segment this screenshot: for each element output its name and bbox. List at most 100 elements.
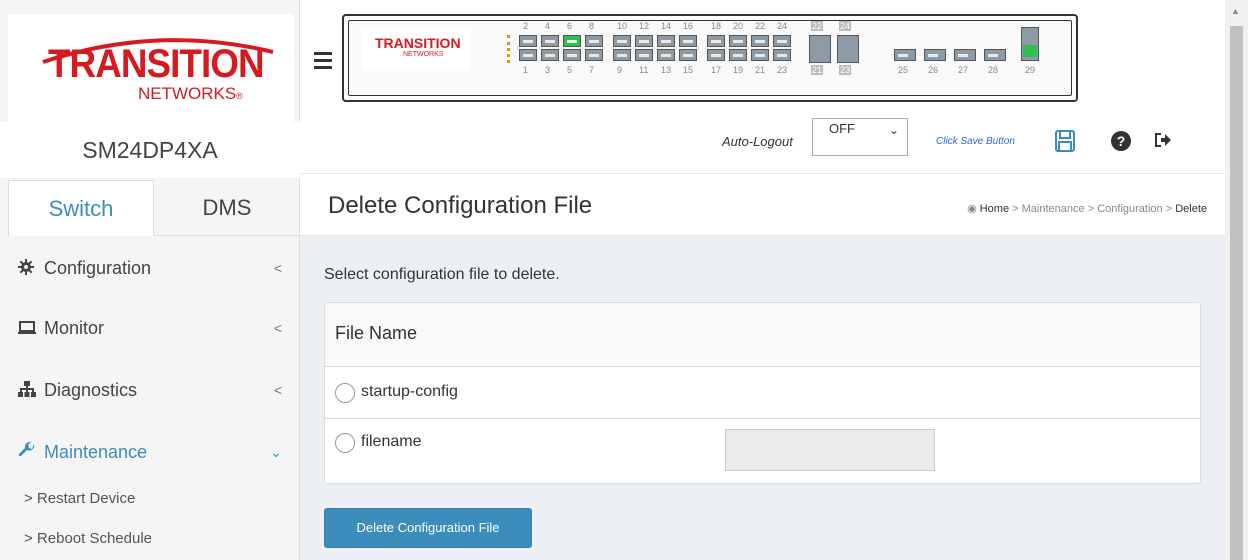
rj45-port[interactable] xyxy=(519,35,537,47)
rj45-port[interactable] xyxy=(613,49,631,61)
port-label-top: 20 xyxy=(733,21,744,31)
rj45-port[interactable] xyxy=(707,35,725,47)
save-icon[interactable] xyxy=(1055,130,1075,157)
sfp-combo-port[interactable] xyxy=(837,35,859,63)
startup-config-radio[interactable] xyxy=(335,383,355,403)
port-label-bottom: 3 xyxy=(545,65,551,75)
breadcrumb-home[interactable]: Home xyxy=(980,203,1009,215)
rj45-port[interactable] xyxy=(585,35,603,47)
rj45-port[interactable] xyxy=(707,49,725,61)
brand-logo[interactable]: TRANSITION NETWORKS® xyxy=(8,14,294,122)
filename-input[interactable] xyxy=(725,429,935,471)
port-label-top: 22 xyxy=(811,21,824,31)
rj45-port[interactable] xyxy=(751,49,769,61)
breadcrumb-configuration[interactable]: Configuration xyxy=(1097,203,1162,215)
rj45-port[interactable] xyxy=(635,35,653,47)
breadcrumb-current: Delete xyxy=(1175,203,1207,215)
sidebar-item-configuration[interactable]: Configuration < xyxy=(8,238,300,298)
scroll-up-icon[interactable]: ▲ xyxy=(1231,6,1240,16)
port-label-bottom: 15 xyxy=(683,65,694,75)
port-label-top: 16 xyxy=(683,21,694,31)
port-label-bottom: 27 xyxy=(958,65,969,75)
table-row: filename xyxy=(325,419,1200,483)
rj45-port[interactable] xyxy=(657,35,675,47)
sfp-port[interactable] xyxy=(954,49,976,61)
rj45-port[interactable] xyxy=(657,49,675,61)
svg-text:?: ? xyxy=(1117,133,1126,149)
port-label-bottom: 5 xyxy=(567,65,573,75)
port-label-top: 18 xyxy=(711,21,722,31)
sidebar-item-diagnostics[interactable]: Diagnostics < xyxy=(8,360,300,420)
page-scrollbar[interactable]: ▲ xyxy=(1225,0,1248,560)
rj45-port[interactable] xyxy=(635,49,653,61)
logout-icon[interactable] xyxy=(1152,130,1172,155)
port-label-top: 24 xyxy=(839,21,852,31)
breadcrumb-maintenance[interactable]: Maintenance xyxy=(1022,203,1085,215)
rj45-port[interactable] xyxy=(773,35,791,47)
save-hint: Click Save Button xyxy=(936,136,1015,147)
sfp-combo-port[interactable] xyxy=(809,35,831,63)
rj45-port[interactable] xyxy=(679,49,697,61)
rj45-port[interactable] xyxy=(729,35,747,47)
chevron-down-icon: ⌄ xyxy=(270,444,282,460)
filename-radio[interactable] xyxy=(335,433,355,453)
panel-logo: TRANSITION NETWORKS xyxy=(361,29,471,71)
port-label-bottom: 19 xyxy=(733,65,744,75)
chevron-left-icon: < xyxy=(273,382,282,398)
gear-icon xyxy=(18,239,44,299)
sidebar-item-label: Diagnostics xyxy=(44,380,138,400)
top-bar: TRANSITION NETWORKS 2 1 4 3 6 5 8 7 10 9 12 11 14 13 1… xyxy=(300,0,1225,118)
instruction-text: Select configuration file to delete. xyxy=(324,266,560,283)
rj45-port[interactable] xyxy=(751,35,769,47)
rj45-port[interactable] xyxy=(585,49,603,61)
sitemap-icon xyxy=(18,361,44,421)
tab-dms[interactable]: DMS xyxy=(154,180,300,236)
port-label-bottom: 7 xyxy=(589,65,595,75)
rj45-port[interactable] xyxy=(541,49,559,61)
rj45-port[interactable] xyxy=(563,35,581,47)
port-led-strip xyxy=(507,35,510,63)
sidebar: TRANSITION NETWORKS® SM24DP4XA Switch DM… xyxy=(0,0,300,560)
port-label-bottom: 11 xyxy=(639,65,649,75)
port-label-top: 10 xyxy=(617,21,628,31)
port-label-top: 12 xyxy=(639,21,650,31)
auto-logout-select[interactable]: OFF ⌄ xyxy=(812,118,908,156)
sfp-port[interactable] xyxy=(894,49,916,61)
rj45-port[interactable] xyxy=(613,35,631,47)
file-table: File Name startup-config filename xyxy=(324,302,1201,484)
rj45-port[interactable] xyxy=(563,49,581,61)
sidebar-item-maintenance[interactable]: Maintenance ⌄ xyxy=(8,422,300,482)
menu-toggle-icon[interactable] xyxy=(314,52,332,73)
port-label-bottom: 21 xyxy=(755,65,766,75)
help-icon[interactable]: ? xyxy=(1110,130,1132,157)
sidebar-subitem-restart-device[interactable]: > Restart Device xyxy=(24,490,135,507)
brand-line2: NETWORKS® xyxy=(138,84,243,103)
device-name: SM24DP4XA xyxy=(0,122,300,178)
port-label-top: 6 xyxy=(567,21,573,31)
rj45-port[interactable] xyxy=(679,35,697,47)
sidebar-item-monitor[interactable]: Monitor < xyxy=(8,298,300,358)
rj45-port[interactable] xyxy=(729,49,747,61)
port-label-top: 22 xyxy=(755,21,766,31)
sfp-port[interactable] xyxy=(924,49,946,61)
rj45-port[interactable] xyxy=(519,49,537,61)
sidebar-item-label: Configuration xyxy=(44,258,152,278)
port-panel-inner: TRANSITION NETWORKS 2 1 4 3 6 5 8 7 10 9 12 11 14 13 1… xyxy=(348,20,1072,96)
content-header: Delete Configuration File ◉ Home > Maint… xyxy=(300,174,1225,236)
delete-config-button[interactable]: Delete Configuration File xyxy=(324,508,532,548)
rj45-port[interactable] xyxy=(541,35,559,47)
port-label-top: 24 xyxy=(777,21,788,31)
main-content: Select configuration file to delete. Fil… xyxy=(300,236,1225,560)
breadcrumb: ◉ Home > Maintenance > Configuration > D… xyxy=(967,203,1207,215)
auto-logout-label: Auto-Logout xyxy=(722,134,793,149)
scroll-thumb[interactable] xyxy=(1230,26,1243,560)
sidebar-subitem-reboot-schedule[interactable]: > Reboot Schedule xyxy=(24,530,152,547)
port-label-bottom: 29 xyxy=(1025,65,1036,75)
page-title: Delete Configuration File xyxy=(328,192,593,219)
row-label: filename xyxy=(361,433,422,450)
port-label-bottom: 28 xyxy=(988,65,999,75)
rj45-port[interactable] xyxy=(773,49,791,61)
tab-switch[interactable]: Switch xyxy=(8,180,154,236)
toolbar: Auto-Logout OFF ⌄ Click Save Button ? xyxy=(300,118,1225,174)
sfp-port[interactable] xyxy=(984,49,1006,61)
